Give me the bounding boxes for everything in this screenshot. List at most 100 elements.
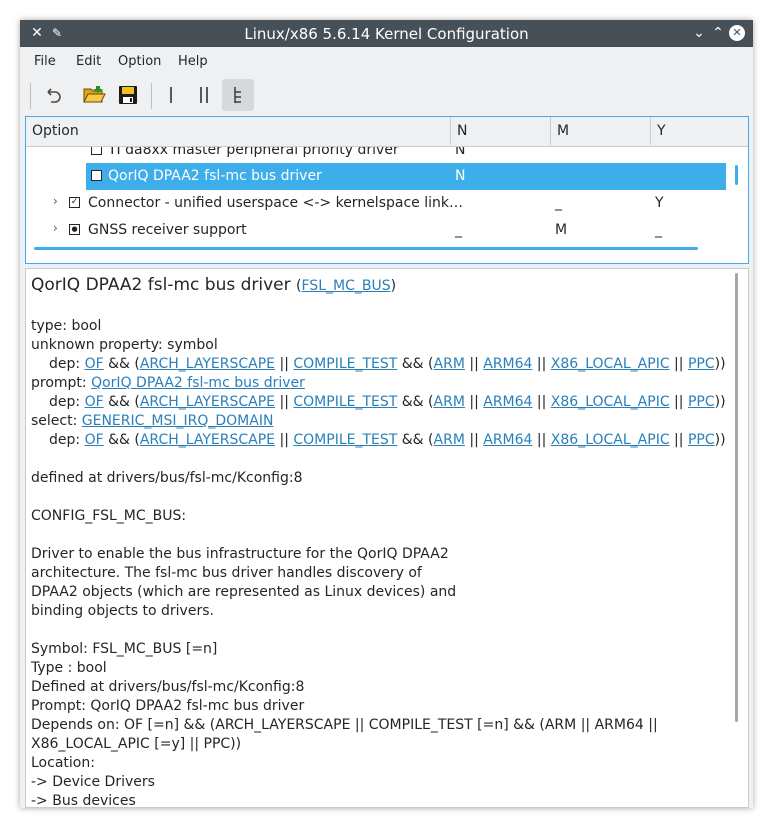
help-vertical-scrollbar[interactable] bbox=[735, 273, 738, 722]
dep-op: && ( bbox=[103, 432, 140, 448]
minimize-icon[interactable]: ⌄ bbox=[690, 24, 708, 42]
column-n[interactable]: N bbox=[451, 117, 551, 145]
config-tree[interactable]: Option N M Y TI da8xx master peripheral … bbox=[25, 116, 749, 264]
dep-link-compile[interactable]: COMPILE_TEST bbox=[293, 394, 397, 410]
paren-open: (FSL_MC_BUS) bbox=[296, 278, 397, 294]
dep-label: dep: bbox=[49, 356, 85, 372]
dep-link-arm[interactable]: ARM bbox=[434, 432, 465, 448]
detail-line: Defined at drivers/bus/fsl-mc/Kconfig:8 bbox=[31, 679, 305, 695]
menu-bar: File Edit Option Help bbox=[20, 47, 753, 77]
tree-row-selected[interactable]: QorIQ DPAA2 fsl-mc bus driver N bbox=[26, 163, 726, 190]
title-bar[interactable]: ✕ ✎ Linux/x86 5.6.14 Kernel Configuratio… bbox=[20, 20, 753, 47]
window-title: Linux/x86 5.6.14 Kernel Configuration bbox=[244, 25, 529, 43]
column-y[interactable]: Y bbox=[651, 117, 748, 145]
dep-link-x86[interactable]: X86_LOCAL_APIC bbox=[551, 432, 670, 448]
tree-row[interactable]: › ● GNSS receiver support _ M _ bbox=[26, 217, 726, 244]
detail-line: X86_LOCAL_APIC [=y] || PPC)) bbox=[31, 736, 242, 752]
dep-op: || bbox=[275, 432, 294, 448]
column-m[interactable]: M bbox=[551, 117, 651, 145]
dep-link-arm[interactable]: ARM bbox=[434, 356, 465, 372]
help-text-line: binding objects to drivers. bbox=[31, 603, 214, 619]
checkbox[interactable] bbox=[91, 170, 102, 181]
save-button[interactable] bbox=[112, 79, 144, 111]
toolbar bbox=[20, 77, 753, 115]
detail-line: Prompt: QorIQ DPAA2 fsl-mc bus driver bbox=[31, 698, 305, 714]
dep-link-x86[interactable]: X86_LOCAL_APIC bbox=[551, 356, 670, 372]
dep-link-arch[interactable]: ARCH_LAYERSCAPE bbox=[140, 356, 275, 372]
split-view-icon bbox=[200, 87, 208, 103]
menu-file[interactable]: File bbox=[34, 54, 56, 69]
split-view-button[interactable] bbox=[188, 79, 220, 111]
save-icon bbox=[119, 86, 137, 104]
help-text-line: Driver to enable the bus infrastructure … bbox=[31, 546, 449, 562]
folder-open-icon bbox=[83, 86, 106, 103]
dep-label: dep: bbox=[49, 432, 85, 448]
checkbox-module[interactable]: ● bbox=[69, 224, 80, 235]
tree-header-overlay: Option N M Y bbox=[26, 117, 748, 147]
help-content: QorIQ DPAA2 fsl-mc bus driver (FSL_MC_BU… bbox=[31, 269, 731, 808]
tree-vertical-scrollbar[interactable] bbox=[735, 165, 738, 185]
dep-link-ppc[interactable]: PPC bbox=[688, 394, 715, 410]
row-n-value: N bbox=[455, 168, 466, 184]
dep-link-arm64[interactable]: ARM64 bbox=[483, 394, 532, 410]
prompt-link[interactable]: QorIQ DPAA2 fsl-mc bus driver bbox=[91, 375, 305, 391]
symbol-link[interactable]: FSL_MC_BUS bbox=[302, 278, 391, 294]
row-n-value: _ bbox=[455, 222, 462, 238]
dep-link-ppc[interactable]: PPC bbox=[688, 356, 715, 372]
single-view-button[interactable] bbox=[155, 79, 187, 111]
checkbox-checked[interactable]: ✓ bbox=[69, 197, 80, 208]
chevron-right-icon[interactable]: › bbox=[53, 221, 58, 235]
dep-link-arch[interactable]: ARCH_LAYERSCAPE bbox=[140, 394, 275, 410]
column-option[interactable]: Option bbox=[26, 117, 451, 145]
dep-link-compile[interactable]: COMPILE_TEST bbox=[293, 432, 397, 448]
dep-op: || bbox=[669, 356, 688, 372]
close-icon[interactable]: ✕ bbox=[729, 25, 745, 41]
maximize-icon[interactable]: ⌃ bbox=[709, 24, 727, 42]
menu-edit[interactable]: Edit bbox=[76, 54, 101, 69]
dep-link-x86[interactable]: X86_LOCAL_APIC bbox=[551, 394, 670, 410]
dep-link-arm64[interactable]: ARM64 bbox=[483, 432, 532, 448]
detail-line: -> Bus devices bbox=[31, 793, 136, 808]
help-text-line: architecture. The fsl-mc bus driver hand… bbox=[31, 565, 422, 581]
help-title: QorIQ DPAA2 fsl-mc bus driver bbox=[31, 275, 291, 295]
dep-link-of[interactable]: OF bbox=[85, 394, 104, 410]
tree-horizontal-scrollbar[interactable] bbox=[34, 247, 698, 250]
dep-op: )) bbox=[714, 356, 726, 372]
menu-option[interactable]: Option bbox=[118, 54, 161, 69]
full-view-button[interactable] bbox=[222, 79, 254, 111]
row-label: GNSS receiver support bbox=[88, 222, 247, 238]
dep-link-of[interactable]: OF bbox=[85, 356, 104, 372]
toolbar-separator bbox=[30, 83, 31, 109]
type-line: type: bool bbox=[31, 318, 102, 334]
menu-help[interactable]: Help bbox=[178, 54, 208, 69]
help-text-line: DPAA2 objects (which are represented as … bbox=[31, 584, 457, 600]
dep-link-ppc[interactable]: PPC bbox=[688, 432, 715, 448]
dep-link-arch[interactable]: ARCH_LAYERSCAPE bbox=[140, 432, 275, 448]
unknown-property-line: unknown property: symbol bbox=[31, 337, 218, 353]
main-window: ✕ ✎ Linux/x86 5.6.14 Kernel Configuratio… bbox=[20, 20, 753, 808]
help-panel: QorIQ DPAA2 fsl-mc bus driver (FSL_MC_BU… bbox=[25, 268, 749, 808]
row-label: Connector - unified userspace <-> kernel… bbox=[88, 195, 463, 211]
dep-link-compile[interactable]: COMPILE_TEST bbox=[293, 356, 397, 372]
undo-button[interactable] bbox=[37, 79, 69, 111]
dep-link-arm[interactable]: ARM bbox=[434, 394, 465, 410]
dep-line: dep: OF && (ARCH_LAYERSCAPE || COMPILE_T… bbox=[31, 393, 731, 412]
dep-line: dep: OF && (ARCH_LAYERSCAPE || COMPILE_T… bbox=[31, 431, 731, 450]
dep-op: || bbox=[275, 356, 294, 372]
prompt-line: prompt: QorIQ DPAA2 fsl-mc bus driver bbox=[31, 374, 731, 393]
detail-line: Depends on: OF [=n] && (ARCH_LAYERSCAPE … bbox=[31, 717, 658, 733]
dep-op: )) bbox=[714, 432, 726, 448]
select-link[interactable]: GENERIC_MSI_IRQ_DOMAIN bbox=[82, 413, 274, 429]
dep-label: dep: bbox=[49, 394, 85, 410]
tree-row[interactable]: › ✓ Connector - unified userspace <-> ke… bbox=[26, 190, 726, 217]
dep-op: && ( bbox=[397, 432, 434, 448]
dep-op: || bbox=[532, 356, 551, 372]
open-button[interactable] bbox=[78, 79, 110, 111]
row-m-value: _ bbox=[555, 195, 562, 211]
dep-link-of[interactable]: OF bbox=[85, 432, 104, 448]
dep-link-arm64[interactable]: ARM64 bbox=[483, 356, 532, 372]
dep-op: || bbox=[464, 394, 484, 410]
chevron-right-icon[interactable]: › bbox=[53, 194, 58, 208]
